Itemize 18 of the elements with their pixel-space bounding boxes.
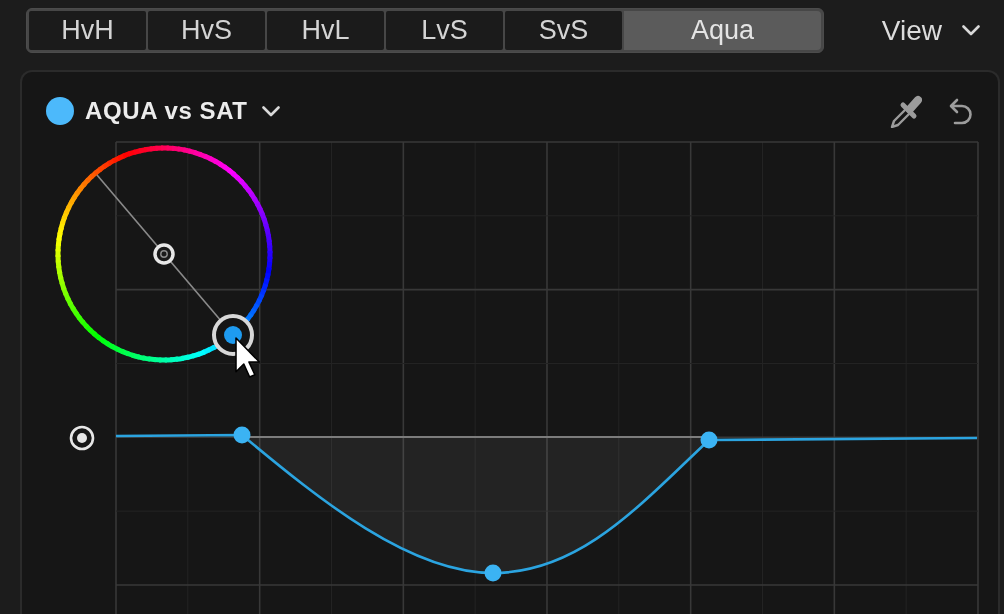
chevron-icon bbox=[962, 25, 980, 36]
center-handle[interactable] bbox=[153, 243, 175, 265]
view-menu[interactable]: View bbox=[881, 14, 980, 47]
tab[interactable]: Aqua bbox=[624, 11, 821, 50]
tab[interactable]: HvL bbox=[267, 11, 384, 50]
control-point[interactable] bbox=[484, 564, 502, 582]
swatch-icon bbox=[46, 97, 74, 125]
tab[interactable]: HvH bbox=[29, 11, 146, 50]
target-icon[interactable] bbox=[69, 425, 95, 451]
control-point[interactable] bbox=[700, 431, 718, 449]
tab[interactable]: HvS bbox=[148, 11, 265, 50]
curve-dropdown[interactable]: AQUA vs SAT bbox=[85, 97, 280, 125]
tab[interactable]: SvS bbox=[505, 11, 622, 50]
chevron-icon bbox=[261, 105, 280, 117]
eyedropper-icon[interactable] bbox=[890, 94, 922, 128]
tab[interactable]: LvS bbox=[386, 11, 503, 50]
cursor-icon bbox=[235, 337, 261, 378]
control-point[interactable] bbox=[233, 426, 251, 444]
